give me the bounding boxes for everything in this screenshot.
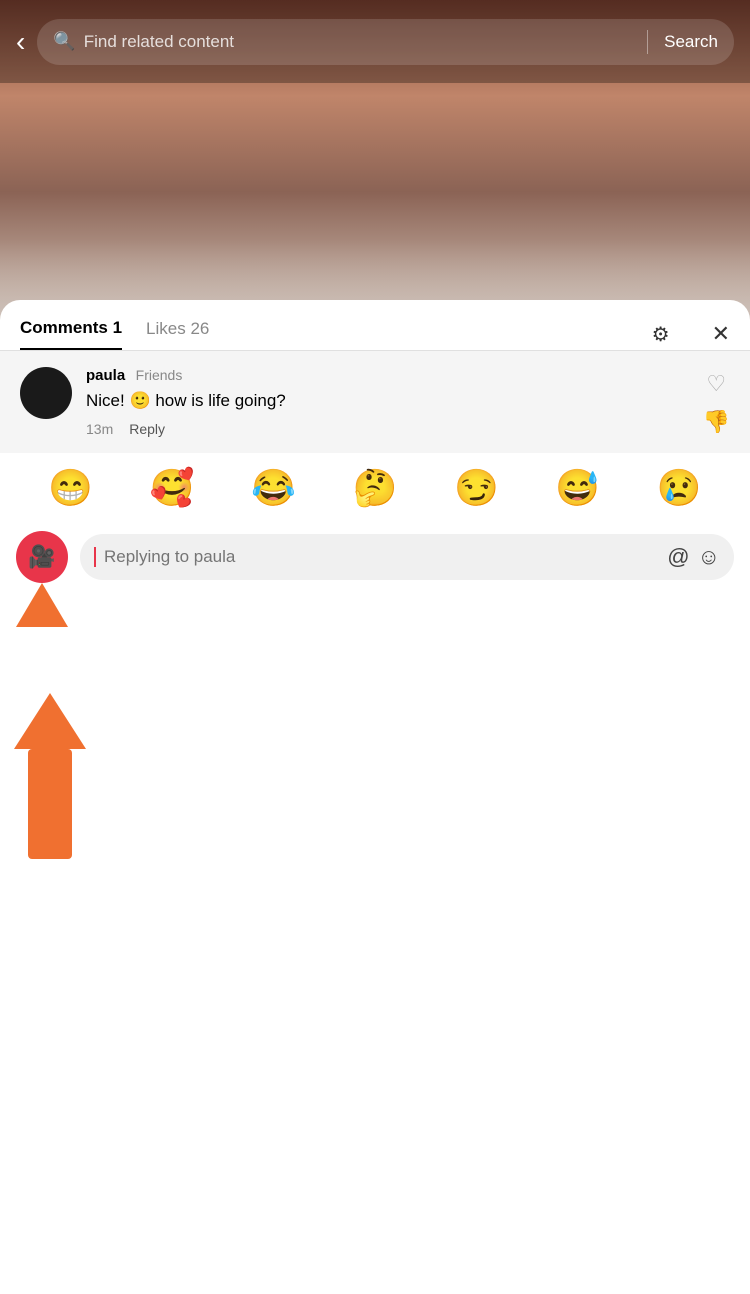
close-icon[interactable]: ✕	[712, 321, 730, 347]
avatar	[20, 367, 72, 419]
emoji-sad[interactable]: 😢	[657, 467, 702, 509]
comment-text: Nice! 🙂 how is life going?	[86, 389, 689, 413]
filter-icon[interactable]: ⚙	[652, 322, 670, 347]
comment-badge: Friends	[136, 367, 183, 383]
comment-item: paula Friends Nice! 🙂 how is life going?…	[0, 351, 750, 453]
reply-input-container: @ ☺	[80, 534, 734, 580]
reply-text-input[interactable]	[104, 547, 659, 567]
comments-header: Comments 1 Likes 26 ⚙ ✕	[0, 300, 750, 350]
search-bar[interactable]: 🔍 Find related content Search	[37, 19, 734, 65]
comment-author: paula	[86, 367, 125, 384]
comment-time: 13m	[86, 421, 113, 437]
arrow-head	[14, 693, 86, 749]
top-bar: ‹ 🔍 Find related content Search	[0, 0, 750, 83]
comments-panel: Comments 1 Likes 26 ⚙ ✕ paula Friends Ni…	[0, 300, 750, 1294]
text-cursor	[94, 547, 96, 567]
search-icon: 🔍	[53, 31, 75, 52]
emoji-sweat[interactable]: 😅	[555, 467, 600, 509]
comment-actions: ♡ 👎	[703, 367, 730, 435]
video-record-button[interactable]: 🎥	[16, 531, 68, 583]
comment-meta: 13m Reply	[86, 421, 689, 437]
tab-comments[interactable]: Comments 1	[20, 318, 122, 350]
emoji-grinning[interactable]: 😁	[48, 467, 93, 509]
comment-body: paula Friends Nice! 🙂 how is life going?…	[86, 367, 689, 437]
search-divider	[647, 30, 648, 54]
dislike-icon[interactable]: 👎	[703, 409, 730, 435]
arrow-annotation	[14, 693, 86, 859]
video-icon: 🎥	[28, 544, 55, 570]
reply-button[interactable]: Reply	[129, 421, 165, 437]
emoji-picker-icon[interactable]: ☺	[698, 544, 720, 570]
tab-likes[interactable]: Likes 26	[146, 319, 209, 349]
emoji-row: 😁 🥰 😂 🤔 😏 😅 😢	[0, 453, 750, 523]
emoji-hearts[interactable]: 🥰	[150, 467, 195, 509]
arrow-shaft	[28, 749, 72, 859]
emoji-smirk[interactable]: 😏	[454, 467, 499, 509]
back-button[interactable]: ‹	[16, 26, 25, 58]
like-icon[interactable]: ♡	[706, 371, 726, 397]
at-icon[interactable]: @	[667, 544, 689, 570]
search-button[interactable]: Search	[664, 32, 718, 52]
reply-input-area: 🎥 @ ☺	[0, 523, 750, 591]
search-placeholder: Find related content	[84, 32, 631, 52]
emoji-thinking[interactable]: 🤔	[353, 467, 398, 509]
emoji-laughing[interactable]: 😂	[251, 467, 296, 509]
